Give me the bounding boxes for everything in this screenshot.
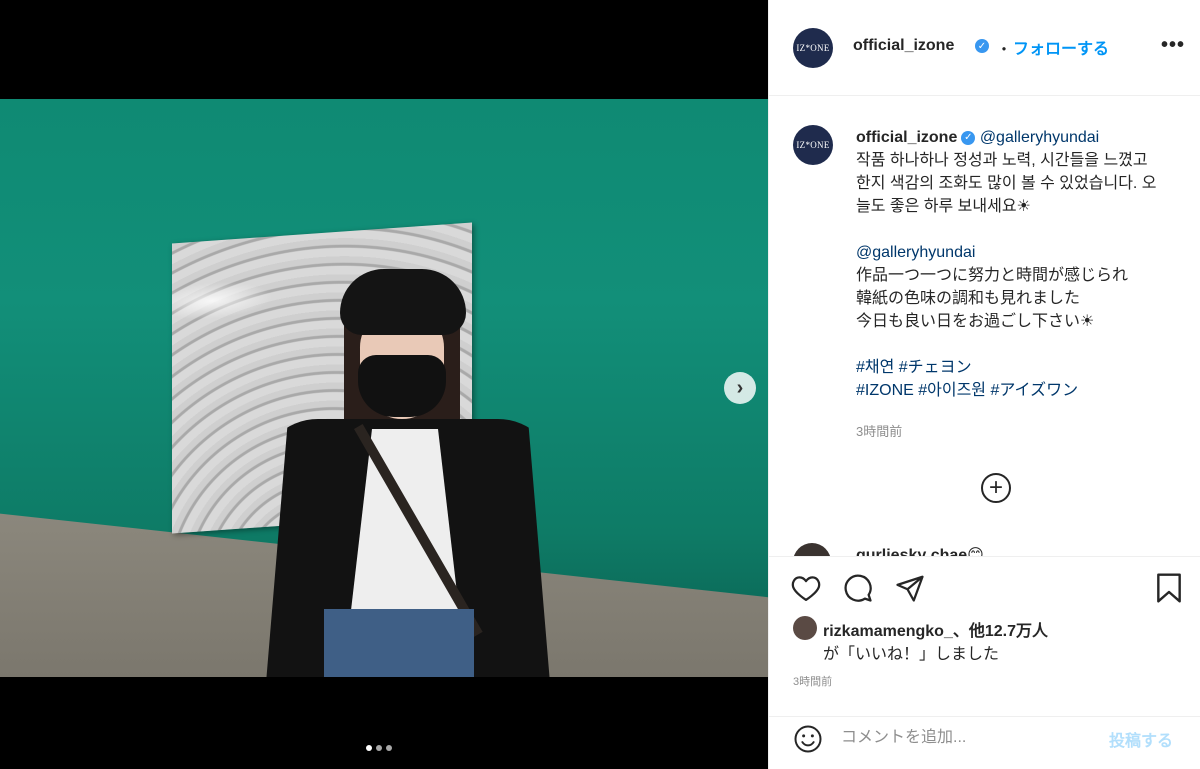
comment-composer: 投稿する bbox=[769, 716, 1200, 769]
likes-suffix: が「いいね！」しました bbox=[823, 646, 1000, 663]
caption-line: 한지 색감의 조화도 많이 볼 수 있었습니다. 오 bbox=[856, 175, 1157, 192]
caption-text: official_izone ✓ @galleryhyundai 작품 하나하나 … bbox=[856, 126, 1176, 402]
caption-username-link[interactable]: official_izone bbox=[856, 129, 957, 146]
like-button[interactable] bbox=[789, 571, 823, 605]
load-more-comments-button[interactable]: + bbox=[981, 473, 1011, 503]
more-options-icon[interactable]: ••• bbox=[1161, 34, 1185, 57]
plus-icon: + bbox=[988, 474, 1003, 501]
carousel-dot-active bbox=[366, 745, 372, 751]
avatar-logo-text: IZ*ONE bbox=[796, 140, 830, 150]
emoji-button[interactable] bbox=[791, 722, 825, 756]
commenter-avatar[interactable] bbox=[793, 543, 831, 556]
caption-line: 韓紙の色味の調和も見れました bbox=[856, 290, 1081, 307]
likes-count-link[interactable]: rizkamamengko_、他12.7万人 bbox=[823, 617, 1048, 641]
post-photo bbox=[0, 99, 768, 677]
avatar-logo-text: IZ*ONE bbox=[796, 43, 830, 53]
chevron-right-icon: › bbox=[736, 376, 744, 399]
follow-button[interactable]: フォローする bbox=[1013, 35, 1109, 59]
post-side-panel: IZ*ONE official_izone ✓ ・ フォローする ••• IZ*… bbox=[768, 0, 1200, 769]
share-button[interactable] bbox=[893, 571, 927, 605]
post-comment-button[interactable]: 投稿する bbox=[1109, 727, 1173, 751]
caption-line: 작품 하나하나 정성과 노력, 시간들을 느꼈고 bbox=[856, 152, 1148, 169]
hashtag-links[interactable]: #IZONE #아이즈원 #アイズワン bbox=[856, 379, 1176, 402]
post-media: › bbox=[0, 0, 768, 769]
carousel-next-button[interactable]: › bbox=[724, 372, 756, 404]
verified-badge-icon: ✓ bbox=[961, 130, 976, 145]
post-actions: rizkamamengko_、他12.7万人 が「いいね！」しました 3時間前 bbox=[769, 556, 1200, 716]
comment-input[interactable] bbox=[841, 725, 1091, 751]
comment-icon bbox=[844, 574, 872, 602]
send-icon bbox=[896, 575, 924, 602]
caption-line: 今日も良い日をお過ごし下さい☀ bbox=[856, 313, 1095, 330]
carousel-dot bbox=[386, 745, 392, 751]
header-separator: ・ bbox=[996, 42, 1013, 59]
post-header: IZ*ONE official_izone ✓ ・ フォローする ••• bbox=[769, 0, 1200, 96]
caption-area: IZ*ONE official_izone ✓ @galleryhyundai 작… bbox=[769, 96, 1200, 556]
hashtag-links[interactable]: #채연 #チェヨン bbox=[856, 356, 1176, 379]
heart-icon bbox=[791, 576, 821, 601]
carousel-indicator bbox=[366, 745, 392, 751]
photo-person bbox=[258, 259, 558, 677]
caption-line: 늘도 좋은 하루 보내세요☀ bbox=[856, 198, 1031, 215]
smiley-icon bbox=[794, 725, 822, 753]
mention-link[interactable]: @galleryhyundai bbox=[856, 241, 1176, 264]
comment-button[interactable] bbox=[841, 571, 875, 605]
bookmark-icon bbox=[1157, 573, 1181, 603]
save-button[interactable] bbox=[1152, 571, 1186, 605]
username-link[interactable]: official_izone bbox=[853, 37, 954, 55]
mention-link[interactable]: @galleryhyundai bbox=[980, 129, 1099, 146]
comment-peek: gurliesky chae😊 bbox=[856, 547, 984, 556]
post-timestamp[interactable]: 3時間前 bbox=[793, 673, 832, 689]
liker-avatar[interactable] bbox=[793, 616, 817, 640]
avatar[interactable]: IZ*ONE bbox=[793, 28, 833, 68]
caption-timestamp: 3時間前 bbox=[856, 424, 903, 439]
caption-avatar[interactable]: IZ*ONE bbox=[793, 125, 833, 165]
caption-line: 作品一つ一つに努力と時間が感じられ bbox=[856, 267, 1129, 284]
verified-badge-icon: ✓ bbox=[975, 39, 989, 53]
carousel-dot bbox=[376, 745, 382, 751]
